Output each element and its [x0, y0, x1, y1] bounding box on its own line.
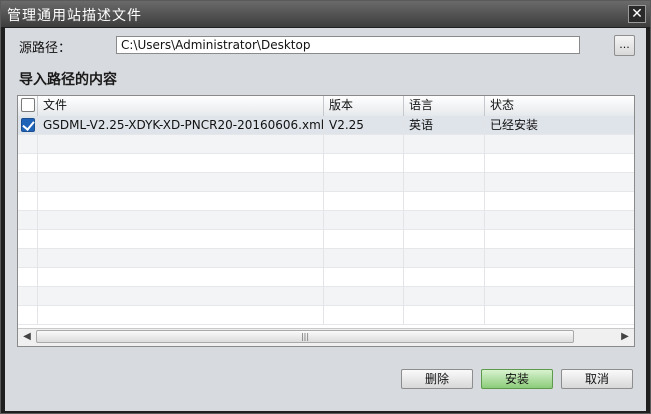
empty-cell — [404, 173, 485, 192]
empty-table-row — [18, 211, 634, 230]
delete-button[interactable]: 删除 — [401, 369, 473, 389]
empty-table-row — [18, 154, 634, 173]
button-bar: 删除 安装 取消 — [5, 355, 646, 411]
title-bar[interactable]: 管理通用站描述文件 ✕ — [1, 1, 650, 27]
empty-table-row — [18, 268, 634, 287]
empty-cell — [404, 249, 485, 268]
empty-table-row — [18, 192, 634, 211]
empty-cell — [404, 154, 485, 173]
empty-cell — [38, 211, 324, 230]
empty-cell — [485, 135, 634, 154]
empty-cell — [38, 287, 324, 306]
file-name-cell: GSDML-V2.25-XDYK-XD-PNCR20-20160606.xml — [38, 116, 324, 135]
column-header-version[interactable]: 版本 — [324, 96, 404, 116]
empty-cell — [18, 249, 38, 268]
empty-table-row — [18, 287, 634, 306]
dialog-body: 源路径： C:\Users\Administrator\Desktop ... … — [5, 28, 646, 411]
close-icon: ✕ — [631, 6, 643, 22]
empty-cell — [38, 173, 324, 192]
table-header: 文件 版本 语言 状态 — [18, 96, 634, 117]
source-path-input[interactable]: C:\Users\Administrator\Desktop — [116, 36, 580, 54]
empty-cell — [38, 230, 324, 249]
empty-cell — [38, 249, 324, 268]
close-button[interactable]: ✕ — [628, 5, 646, 23]
empty-cell — [324, 287, 404, 306]
empty-cell — [38, 306, 324, 325]
column-header-status[interactable]: 状态 — [485, 96, 634, 116]
browse-button[interactable]: ... — [614, 35, 635, 56]
empty-cell — [485, 249, 634, 268]
grip-icon: ||| — [300, 332, 310, 341]
empty-cell — [404, 230, 485, 249]
column-header-language[interactable]: 语言 — [404, 96, 485, 116]
empty-cell — [404, 211, 485, 230]
version-cell: V2.25 — [324, 116, 404, 135]
empty-table-row — [18, 306, 634, 325]
column-header-file[interactable]: 文件 — [38, 96, 324, 116]
install-button[interactable]: 安装 — [481, 369, 553, 389]
empty-cell — [485, 268, 634, 287]
row-checkbox[interactable] — [21, 118, 35, 132]
dialog-window: 管理通用站描述文件 ✕ 源路径： C:\Users\Administrator\… — [0, 0, 651, 414]
empty-cell — [485, 306, 634, 325]
empty-cell — [324, 192, 404, 211]
language-cell: 英语 — [404, 116, 485, 135]
empty-cell — [38, 135, 324, 154]
select-all-checkbox[interactable] — [21, 98, 35, 112]
empty-cell — [324, 230, 404, 249]
horizontal-scrollbar[interactable]: ◀ ||| ▶ — [18, 328, 634, 346]
empty-cell — [324, 268, 404, 287]
files-table: 文件 版本 语言 状态 GSDML-V2.25-XDYK-XD-PNCR20-2… — [17, 95, 635, 347]
empty-cell — [18, 306, 38, 325]
status-cell: 已经安装 — [490, 118, 539, 132]
empty-cell — [324, 135, 404, 154]
empty-table-row — [18, 135, 634, 154]
cancel-button[interactable]: 取消 — [561, 369, 633, 389]
empty-cell — [485, 211, 634, 230]
empty-cell — [18, 211, 38, 230]
empty-cell — [485, 230, 634, 249]
scroll-left-icon[interactable]: ◀ — [19, 330, 35, 344]
empty-cell — [485, 192, 634, 211]
empty-cell — [324, 173, 404, 192]
empty-cell — [404, 268, 485, 287]
empty-cell — [18, 173, 38, 192]
empty-cell — [38, 192, 324, 211]
empty-cell — [324, 211, 404, 230]
select-all-cell — [18, 96, 38, 116]
empty-table-row — [18, 249, 634, 268]
empty-cell — [485, 154, 634, 173]
table-row[interactable]: GSDML-V2.25-XDYK-XD-PNCR20-20160606.xml … — [18, 116, 634, 135]
row-checkbox-cell — [18, 116, 38, 135]
empty-cell — [18, 230, 38, 249]
empty-cell — [18, 287, 38, 306]
empty-cell — [324, 154, 404, 173]
empty-cell — [18, 268, 38, 287]
scroll-right-icon[interactable]: ▶ — [617, 330, 633, 344]
empty-cell — [404, 192, 485, 211]
empty-cell — [404, 306, 485, 325]
empty-cell — [18, 154, 38, 173]
empty-cell — [485, 173, 634, 192]
empty-cell — [38, 268, 324, 287]
source-path-label: 源路径： — [19, 41, 72, 56]
empty-table-row — [18, 173, 634, 192]
empty-cell — [324, 249, 404, 268]
empty-cell — [404, 287, 485, 306]
scrollbar-thumb[interactable]: ||| — [36, 330, 574, 343]
empty-table-row — [18, 230, 634, 249]
section-title: 导入路径的内容 — [19, 72, 117, 88]
empty-cell — [18, 135, 38, 154]
empty-cell — [485, 287, 634, 306]
empty-cell — [404, 135, 485, 154]
empty-cell — [18, 192, 38, 211]
empty-cell — [38, 154, 324, 173]
empty-cell — [324, 306, 404, 325]
window-title: 管理通用站描述文件 — [7, 8, 142, 24]
